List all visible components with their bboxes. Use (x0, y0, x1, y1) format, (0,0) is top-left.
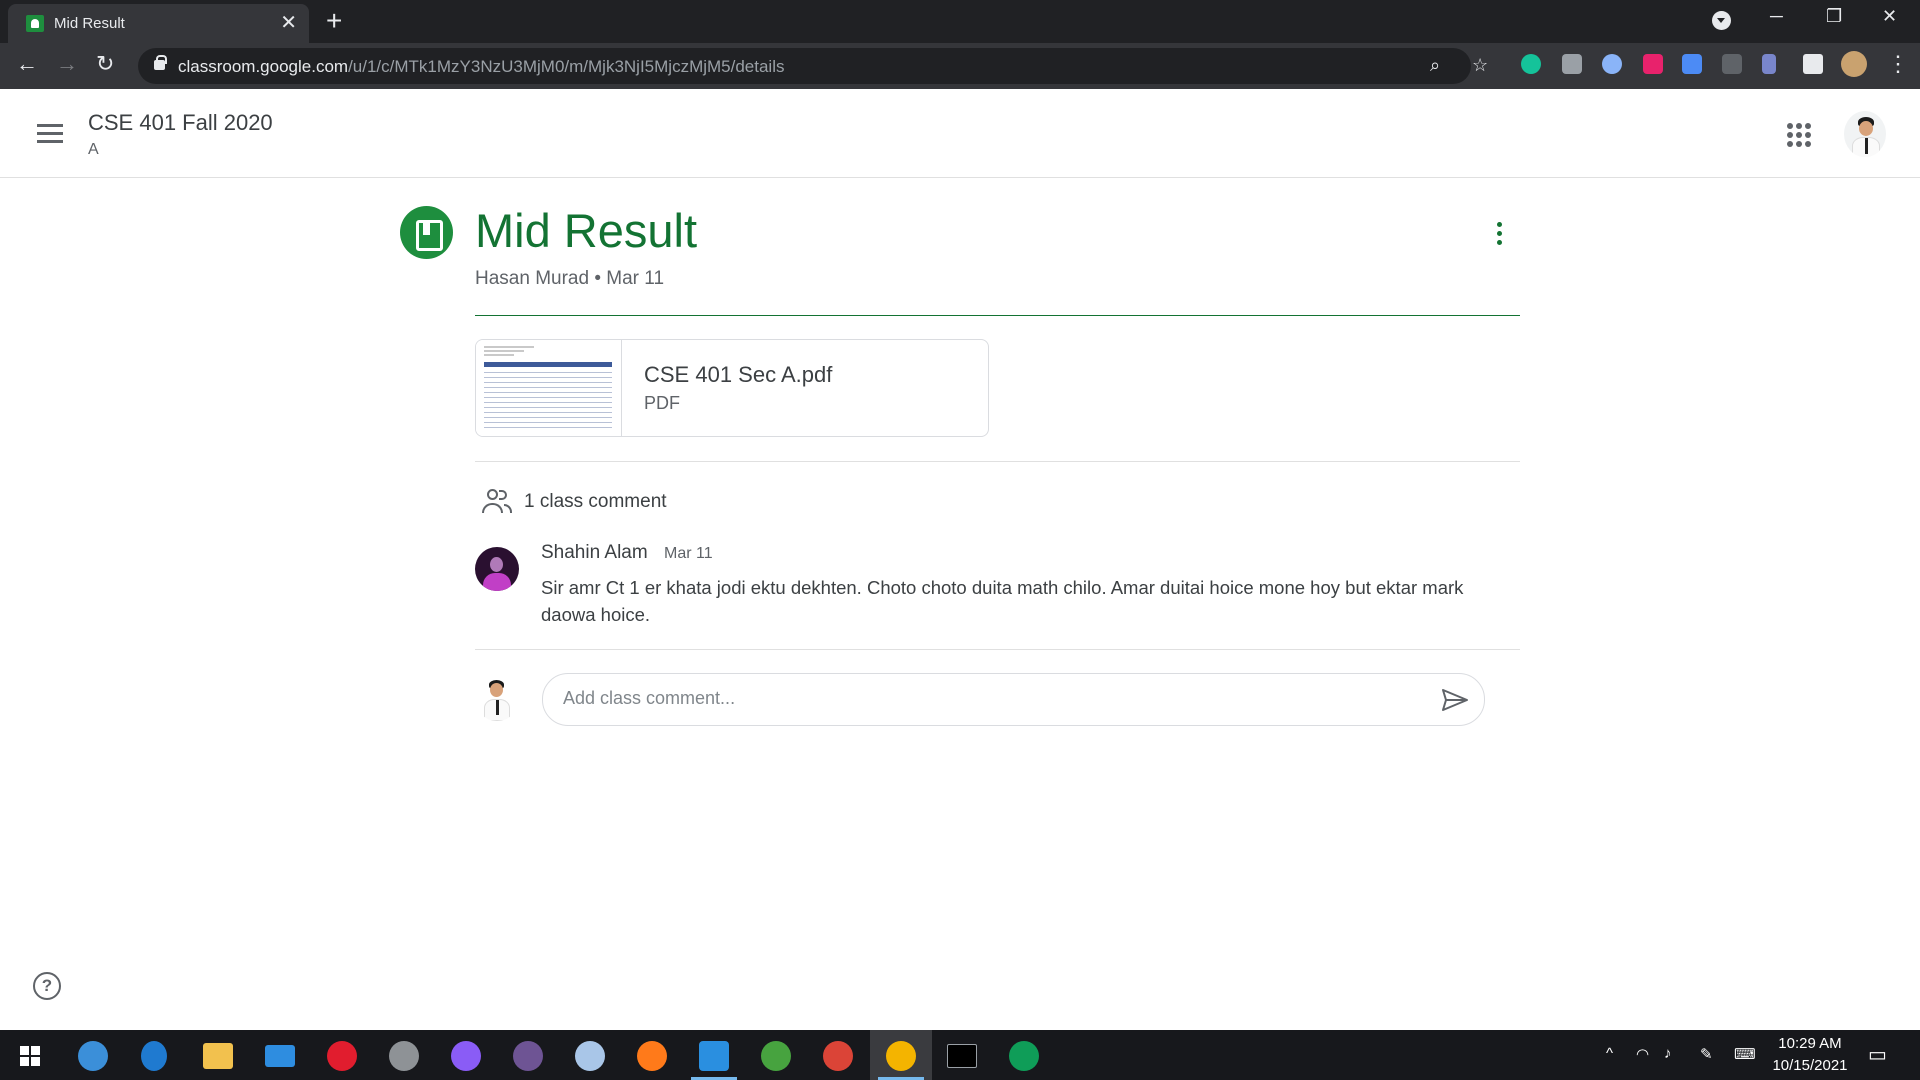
comment-input[interactable] (563, 688, 1403, 709)
help-icon[interactable]: ? (33, 972, 61, 1000)
satellite-app-icon[interactable] (389, 1041, 419, 1071)
post-date: Mar 11 (606, 268, 665, 289)
system-clock[interactable]: 10:29 AM 10/15/2021 (1762, 1033, 1858, 1077)
qbittorrent-icon[interactable] (78, 1041, 108, 1071)
classroom-favicon-icon (26, 15, 44, 32)
send-icon[interactable] (1441, 688, 1469, 712)
browser-tab[interactable]: Mid Result ✕ (8, 4, 309, 43)
file-explorer-icon[interactable] (203, 1043, 233, 1069)
chrome-menu-icon[interactable]: ⋮ (1887, 51, 1909, 77)
address-bar[interactable]: classroom.google.com/u/1/c/MTk1MzY3NzU3M… (138, 48, 1488, 84)
more-vert-icon[interactable] (1497, 222, 1503, 246)
vscode-icon[interactable] (699, 1041, 729, 1071)
my-avatar (475, 677, 519, 721)
messenger-icon[interactable] (451, 1041, 481, 1071)
screen-extension-icon[interactable] (1722, 54, 1742, 74)
apps-grid-icon[interactable] (1787, 123, 1811, 147)
keyboard-icon[interactable]: ⌨ (1734, 1045, 1756, 1063)
class-section: A (88, 141, 99, 158)
grammarly-extension-icon[interactable] (1521, 54, 1541, 74)
attachment-type: PDF (644, 393, 680, 413)
comment-box (542, 673, 1485, 726)
terminal-icon[interactable] (947, 1044, 977, 1068)
github-desktop-icon[interactable] (513, 1041, 543, 1071)
paint-app-icon[interactable] (575, 1041, 605, 1071)
class-comment-count[interactable]: 1 class comment (524, 491, 667, 513)
tray-expand-icon[interactable]: ^ (1606, 1045, 1613, 1062)
chrome-profile-icon[interactable] (886, 1041, 916, 1071)
title-divider (475, 315, 1520, 316)
attachment-divider (475, 461, 1520, 462)
clock-date: 10/15/2021 (1772, 1057, 1848, 1074)
chrome-ck-icon[interactable] (1009, 1041, 1039, 1071)
menu-icon[interactable] (37, 124, 63, 144)
lock-icon (154, 55, 167, 70)
browser-tab-strip: Mid Result ✕ + ─ ❐ ✕ (0, 0, 1920, 43)
pen-extension-icon[interactable] (1762, 54, 1776, 74)
extension-icon[interactable] (1602, 54, 1622, 74)
extensions-puzzle-icon[interactable] (1803, 54, 1823, 74)
pen-icon[interactable]: ✎ (1700, 1045, 1713, 1063)
clock-time: 10:29 AM (1778, 1035, 1842, 1052)
post-author: Hasan Murad (475, 268, 590, 289)
assignment-icon (400, 206, 453, 259)
forward-icon[interactable]: → (56, 51, 78, 77)
globe-app-icon[interactable] (761, 1041, 791, 1071)
comment-date: Mar 11 (664, 545, 713, 562)
opera-icon[interactable] (327, 1041, 357, 1071)
people-icon (481, 489, 513, 513)
tab-search-icon[interactable] (1712, 11, 1731, 30)
mail-icon[interactable] (265, 1045, 295, 1067)
download-extension-icon[interactable] (1682, 54, 1702, 74)
camera-extension-icon[interactable] (1562, 54, 1582, 74)
bookmark-star-icon[interactable]: ☆ (1472, 55, 1488, 76)
profile-avatar-icon[interactable] (1841, 51, 1867, 77)
classroom-header: CSE 401 Fall 2020 A (0, 89, 1920, 178)
comment-text: Sir amr Ct 1 er khata jodi ektu dekhten.… (541, 577, 1464, 625)
network-icon[interactable]: ◠ (1636, 1045, 1649, 1063)
back-icon[interactable]: ← (16, 51, 38, 77)
chrome-icon[interactable] (823, 1041, 853, 1071)
attachment-name[interactable]: CSE 401 Sec A.pdf (644, 362, 832, 388)
notifications-icon[interactable]: ▭ (1868, 1042, 1887, 1067)
firefox-icon[interactable] (637, 1041, 667, 1071)
class-title[interactable]: CSE 401 Fall 2020 (88, 110, 273, 136)
account-avatar[interactable] (1844, 111, 1886, 157)
play-extension-icon[interactable] (1643, 54, 1663, 74)
tab-title: Mid Result (54, 15, 125, 32)
zoom-icon[interactable]: ⌕ (1430, 55, 1440, 76)
edge-icon[interactable] (141, 1041, 167, 1071)
post-meta: Hasan Murad • Mar 11 (475, 268, 664, 290)
post-title: Mid Result (475, 204, 698, 257)
reload-icon[interactable]: ↻ (96, 51, 114, 77)
tab-close-icon[interactable]: ✕ (280, 12, 297, 34)
url-text[interactable]: classroom.google.com/u/1/c/MTk1MzY3NzU3M… (178, 57, 784, 77)
comments-divider (475, 649, 1520, 650)
commenter-avatar (475, 547, 519, 591)
comment-author: Shahin Alam (541, 542, 648, 563)
meta-separator: • (594, 268, 601, 289)
pdf-thumbnail (476, 340, 622, 436)
restore-icon[interactable]: ❐ (1826, 6, 1842, 27)
attachment-card[interactable]: CSE 401 Sec A.pdf PDF (475, 339, 989, 437)
windows-taskbar: ^ ◠ ♪ ✎ ⌨ 10:29 AM 10/15/2021 ▭ (0, 1030, 1920, 1080)
window-close-icon[interactable]: ✕ (1882, 6, 1897, 27)
minimize-icon[interactable]: ─ (1770, 6, 1783, 27)
windows-start-icon[interactable] (20, 1046, 40, 1066)
new-tab-button[interactable]: + (326, 6, 342, 36)
volume-icon[interactable]: ♪ (1664, 1045, 1672, 1062)
browser-toolbar: ← → ↻ classroom.google.com/u/1/c/MTk1MzY… (0, 43, 1920, 89)
